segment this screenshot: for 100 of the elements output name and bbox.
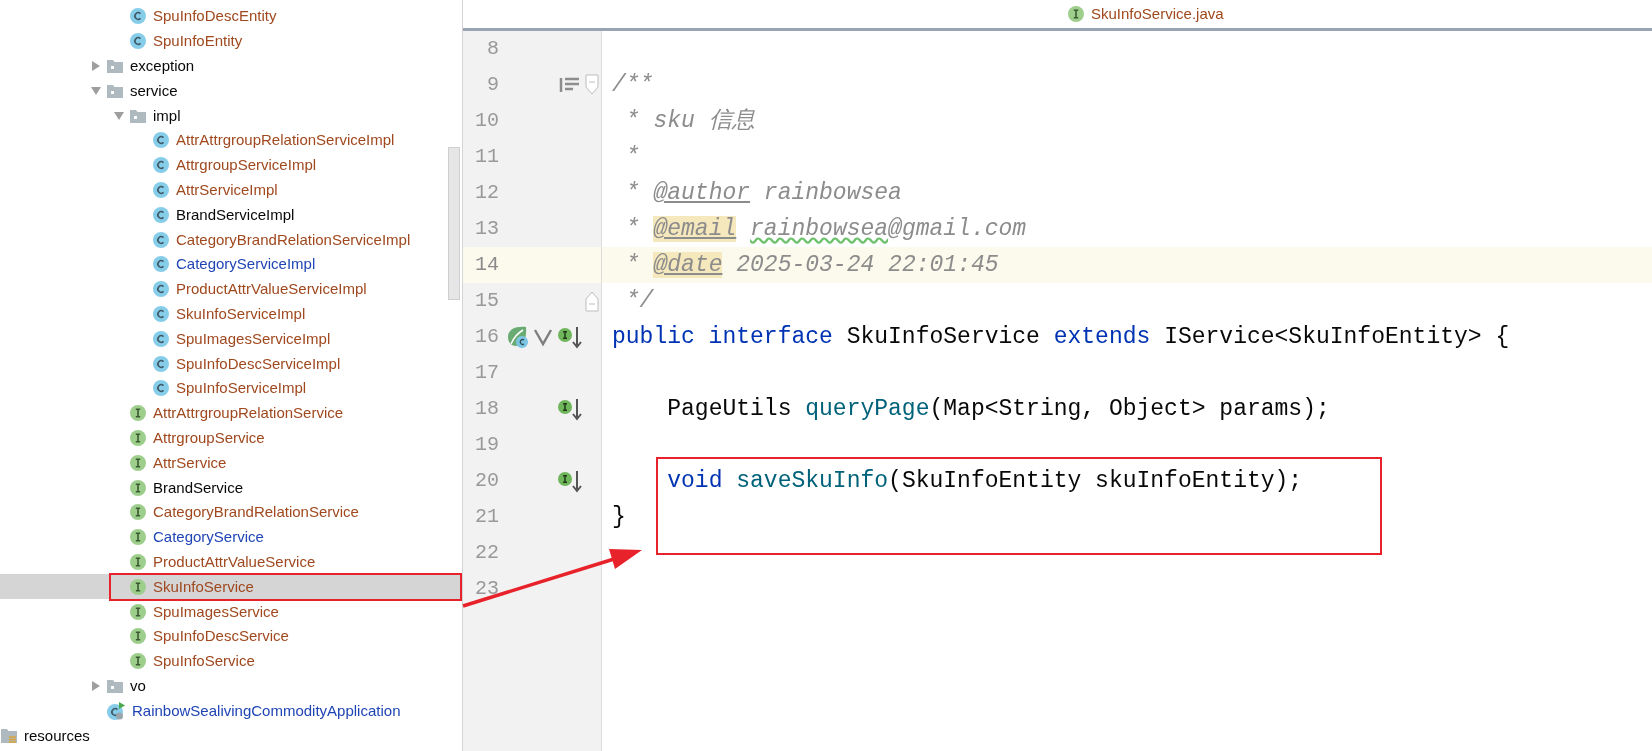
tree-row[interactable]: SpuInfoServiceImpl (0, 375, 462, 401)
implemented-arrow-icon[interactable] (556, 469, 584, 493)
file-label: service (130, 81, 178, 100)
tree-row[interactable]: AttrService (0, 450, 462, 476)
line-number: 22 (474, 540, 499, 566)
tree-row[interactable]: SpuImagesService (0, 599, 462, 624)
file-label: BrandServiceImpl (176, 205, 295, 224)
tree-row[interactable]: CategoryBrandRelationService (0, 499, 462, 525)
line-number: 10 (474, 108, 499, 134)
line-number: 15 (474, 288, 499, 314)
tree-row[interactable]: SpuInfoEntity (0, 28, 462, 54)
tree-row[interactable]: SpuInfoDescEntity (0, 4, 462, 29)
file-label: SkuInfoServiceImpl (176, 304, 306, 323)
code-line: * sku 信息 (624, 107, 755, 136)
code-line: * @email rainbowsea@gmail.com (624, 215, 1027, 244)
tree-row[interactable]: SpuInfoService (0, 648, 462, 674)
class-icon (152, 304, 170, 323)
tree-row[interactable]: AttrServiceImpl (0, 177, 462, 203)
line-number: 8 (486, 36, 499, 62)
folder-icon (106, 82, 124, 99)
file-label: AttrServiceImpl (176, 180, 278, 199)
tree-row[interactable]: AttrAttrgroupRelationServiceImpl (0, 128, 462, 153)
file-label: SpuImagesService (153, 602, 279, 621)
tree-row[interactable]: exception (0, 53, 462, 79)
tree-row[interactable]: SpuInfoDescServiceImpl (0, 351, 462, 376)
class-icon (152, 180, 170, 199)
code-line: * @date 2025-03-24 22:01:45 (624, 251, 999, 280)
tree-row[interactable]: AttrgroupService (0, 425, 462, 451)
file-label: SpuImagesServiceImpl (176, 329, 331, 348)
line-number: 13 (474, 216, 499, 242)
class-icon (152, 131, 170, 150)
tree-row[interactable]: ProductAttrValueService (0, 549, 462, 575)
tree-row[interactable]: resources (0, 723, 462, 748)
tree-row[interactable]: SpuInfoDescService (0, 623, 462, 649)
tree-row[interactable]: ProductAttrValueServiceImpl (0, 276, 462, 302)
file-label: CategoryServiceImpl (176, 255, 316, 274)
check-icon[interactable] (533, 327, 553, 347)
file-label: SpuInfoService (153, 652, 255, 671)
code-line: PageUtils queryPage(Map<String, Object> params); (666, 395, 1330, 424)
tree-row[interactable]: BrandService (0, 475, 462, 500)
code-line: */ (624, 287, 654, 316)
class-icon (152, 329, 170, 348)
scrollbar-thumb[interactable] (448, 147, 460, 300)
class-icon (129, 32, 147, 51)
file-label: AttrAttrgroupRelationServiceImpl (176, 131, 395, 150)
leaf-icon[interactable] (506, 325, 530, 349)
fold-marker-icon[interactable] (585, 74, 599, 96)
interface-icon (129, 627, 147, 646)
interface-icon (129, 652, 147, 671)
file-label: AttrgroupServiceImpl (176, 156, 317, 175)
file-label: BrandService (153, 478, 244, 497)
expand-arrow-icon[interactable] (113, 109, 125, 122)
class-icon (152, 156, 170, 175)
tree-row[interactable]: service (0, 78, 462, 104)
line-number: 21 (474, 504, 499, 530)
interface-icon (129, 478, 147, 497)
line-number: 9 (486, 72, 499, 98)
tree-row[interactable]: CategoryServiceImpl (0, 251, 462, 277)
tree-row[interactable]: CategoryService (0, 524, 462, 550)
tree-row[interactable]: BrandServiceImpl (0, 202, 462, 228)
tree-row[interactable]: AttrAttrgroupRelationService (0, 400, 462, 426)
file-label: SpuInfoServiceImpl (176, 379, 307, 398)
class-icon (152, 230, 170, 249)
expand-arrow-icon[interactable] (90, 60, 102, 72)
folder-icon (106, 58, 124, 74)
code-line: } (612, 503, 626, 532)
file-label: CategoryBrandRelationService (153, 503, 359, 522)
tree-row[interactable]: impl (0, 103, 462, 128)
tree-row[interactable]: RainbowSealivingCommodityApplication (0, 698, 462, 724)
class-icon (152, 354, 170, 373)
expand-arrow-icon[interactable] (90, 84, 102, 97)
code-line: public interface SkuInfoService extends IService<SkuInfoEntity> { (612, 323, 1510, 352)
tree-row[interactable]: vo (0, 673, 462, 699)
file-label: CategoryService (153, 528, 264, 547)
tree-row[interactable]: CategoryBrandRelationServiceImpl (0, 227, 462, 252)
tree-row[interactable]: SkuInfoService (0, 574, 462, 600)
fold-marker-icon[interactable] (585, 290, 599, 312)
implemented-arrow-icon[interactable] (556, 325, 584, 349)
tree-row[interactable]: SkuInfoServiceImpl (0, 301, 462, 327)
line-number: 16 (474, 324, 499, 350)
code-line: void saveSkuInfo(SkuInfoEntity skuInfoEntity); (666, 467, 1303, 496)
interface-icon (129, 528, 147, 547)
file-label: exception (130, 57, 195, 75)
tree-row[interactable]: AttrgroupServiceImpl (0, 152, 462, 178)
tree-row[interactable]: SpuImagesServiceImpl (0, 326, 462, 352)
editor-tab[interactable]: SkuInfoService.java (1063, 2, 1228, 26)
class-icon (152, 255, 170, 274)
implemented-arrow-icon[interactable] (556, 397, 584, 421)
file-label: CategoryBrandRelationServiceImpl (176, 230, 411, 249)
interface-icon (129, 453, 147, 472)
code-line: * (624, 143, 640, 172)
interface-icon (129, 404, 147, 423)
line-number: 12 (474, 180, 499, 206)
expand-arrow-icon[interactable] (90, 679, 102, 692)
lines-icon[interactable] (559, 76, 581, 94)
interface-icon (1067, 5, 1085, 23)
code-line: * @author rainbowsea (624, 179, 902, 208)
interface-icon (129, 503, 147, 522)
file-label: SpuInfoDescService (153, 627, 289, 646)
class-icon (152, 280, 170, 299)
